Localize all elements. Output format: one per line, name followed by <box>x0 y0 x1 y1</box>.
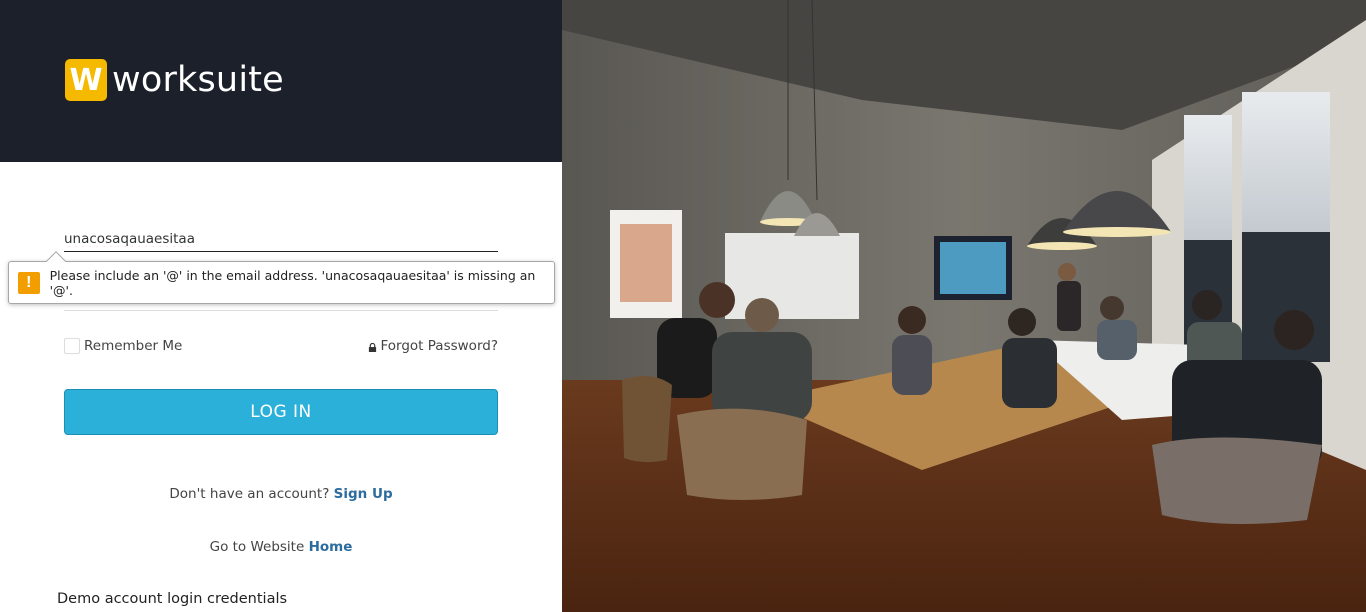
office-meeting-photo <box>562 0 1366 612</box>
validation-message: Please include an '@' in the email addre… <box>49 267 536 298</box>
home-link[interactable]: Home <box>309 539 353 555</box>
password-field[interactable] <box>64 310 498 311</box>
logo-text: worksuite <box>112 60 284 100</box>
remember-me-label[interactable]: Remember Me <box>84 338 182 354</box>
validation-tooltip: ! Please include an '@' in the email add… <box>8 251 555 304</box>
remember-me-checkbox[interactable] <box>64 338 80 354</box>
worksuite-logo[interactable]: W worksuite <box>65 59 284 101</box>
forgot-password-label[interactable]: Forgot Password? <box>381 338 499 354</box>
website-prompt: Go to Website <box>209 539 305 555</box>
warning-icon: ! <box>18 271 40 294</box>
lock-icon <box>368 342 376 352</box>
remember-me[interactable]: Remember Me <box>64 338 182 354</box>
demo-credentials-heading: Demo account login credentials <box>57 591 288 607</box>
photo-illustration <box>562 0 1366 612</box>
website-line: Go to Website Home <box>0 539 562 555</box>
email-input[interactable] <box>64 223 498 252</box>
forgot-password-link[interactable]: Forgot Password? <box>368 338 499 354</box>
signup-prompt: Don't have an account? <box>169 486 330 502</box>
login-button[interactable]: LOG IN <box>64 389 498 435</box>
login-panel: W worksuite ! Please include an '@' in t… <box>0 0 562 612</box>
signup-link[interactable]: Sign Up <box>334 486 393 502</box>
signup-line: Don't have an account? Sign Up <box>0 486 562 502</box>
brand-header: W worksuite <box>0 0 562 162</box>
logo-mark-icon: W <box>65 59 107 101</box>
